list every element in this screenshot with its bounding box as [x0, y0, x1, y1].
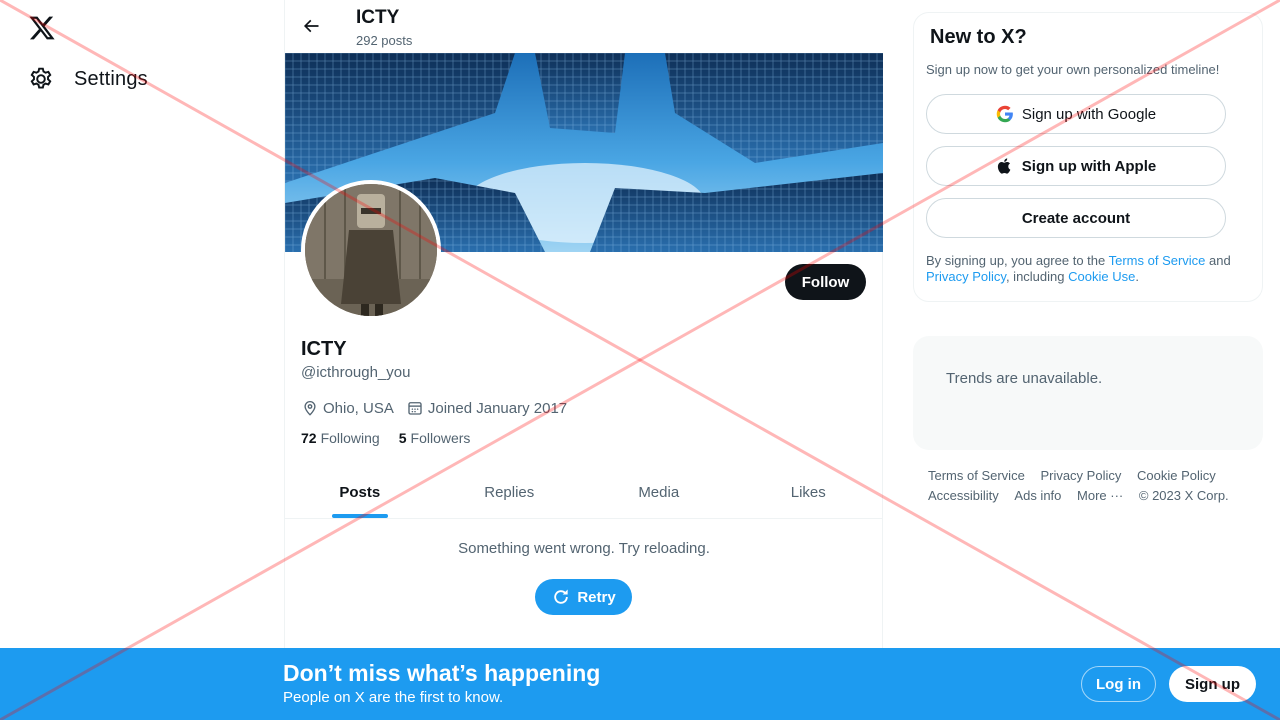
legal-suffix: .: [1135, 269, 1139, 284]
x-logo-icon[interactable]: [28, 14, 56, 42]
create-account-button[interactable]: Create account: [926, 198, 1226, 238]
footer-terms-link[interactable]: Terms of Service: [928, 466, 1025, 486]
profile-tabs: Posts Replies Media Likes: [285, 466, 883, 519]
signup-description: Sign up now to get your own personalized…: [926, 62, 1220, 77]
profile-column: ICTY 292 posts Follow ICTY @icthrough_yo…: [284, 0, 883, 720]
footer-copyright: © 2023 X Corp.: [1138, 488, 1229, 503]
footer-privacy-link[interactable]: Privacy Policy: [1040, 466, 1121, 486]
tab-media-label: Media: [638, 483, 680, 501]
login-button[interactable]: Log in: [1081, 666, 1156, 702]
tab-replies-label: Replies: [484, 483, 535, 501]
right-sidebar: New to X? Sign up now to get your own pe…: [913, 0, 1263, 720]
following-label: Following: [320, 430, 380, 446]
bottom-bar-subline: People on X are the first to know.: [283, 689, 504, 706]
privacy-link[interactable]: Privacy Policy: [926, 269, 1006, 284]
signup-title: New to X?: [930, 26, 1027, 48]
active-tab-indicator: [331, 514, 388, 518]
settings-label: Settings: [74, 67, 148, 90]
trends-unavailable-text: Trends are unavailable.: [946, 370, 1103, 387]
trends-panel: Trends are unavailable.: [913, 336, 1263, 450]
tab-likes[interactable]: Likes: [734, 466, 884, 518]
location-item: Ohio, USA: [301, 399, 394, 417]
error-message: Something went wrong. Try reloading.: [458, 540, 710, 557]
nav-settings-link[interactable]: Settings: [28, 66, 148, 92]
apple-signup-button[interactable]: Sign up with Apple: [926, 146, 1226, 186]
footer-more-link[interactable]: More ···: [1077, 486, 1123, 506]
avatar[interactable]: [301, 180, 441, 320]
retry-label: Retry: [577, 588, 616, 606]
profile-meta: Ohio, USA Joined January 2017: [301, 399, 567, 417]
followers-label: Followers: [410, 430, 471, 446]
following-count: 72: [301, 430, 317, 446]
google-signup-label: Sign up with Google: [1021, 105, 1157, 123]
tab-replies[interactable]: Replies: [435, 466, 585, 518]
google-icon: [996, 105, 1013, 123]
posts-count: 292 posts: [356, 33, 413, 48]
location-text: Ohio, USA: [323, 399, 394, 417]
profile-header: ICTY 292 posts: [285, 0, 883, 53]
legal-including: , including: [1005, 269, 1069, 284]
apple-icon: [997, 158, 1011, 174]
footer-accessibility-link[interactable]: Accessibility: [928, 486, 999, 506]
tab-media[interactable]: Media: [584, 466, 734, 518]
back-arrow-icon[interactable]: [297, 12, 325, 40]
footer-ads-info-link[interactable]: Ads info: [1014, 486, 1061, 506]
tab-likes-label: Likes: [790, 483, 826, 501]
follow-button[interactable]: Follow: [785, 264, 866, 300]
google-signup-button[interactable]: Sign up with Google: [926, 94, 1226, 134]
joined-text: Joined January 2017: [427, 399, 568, 417]
cookie-use-link[interactable]: Cookie Use: [1068, 269, 1135, 284]
signup-card: New to X? Sign up now to get your own pe…: [913, 12, 1263, 302]
bottom-bar-headline: Don’t miss what’s happening: [283, 660, 601, 686]
followers-link[interactable]: 5 Followers: [399, 430, 471, 446]
profile-stats: 72 Following 5 Followers: [301, 430, 470, 446]
profile-name: ICTY: [301, 338, 347, 360]
followers-count: 5: [398, 430, 407, 446]
footer-links: Terms of Service Privacy Policy Cookie P…: [928, 466, 1248, 506]
retry-button[interactable]: Retry: [535, 579, 632, 615]
legal-prefix: By signing up, you agree to the: [926, 253, 1109, 268]
terms-link[interactable]: Terms of Service: [1109, 253, 1206, 268]
profile-handle: @icthrough_you: [301, 364, 411, 381]
calendar-icon: [408, 402, 422, 415]
signup-button[interactable]: Sign up: [1169, 666, 1256, 702]
page-title: ICTY: [356, 7, 400, 28]
bottom-signup-bar: Don’t miss what’s happening People on X …: [0, 648, 1280, 720]
signup-legal-text: By signing up, you agree to the Terms of…: [926, 253, 1246, 285]
apple-signup-label: Sign up with Apple: [1021, 157, 1157, 175]
location-pin-icon: [304, 401, 316, 416]
following-link[interactable]: 72 Following: [301, 430, 380, 446]
footer-cookie-link[interactable]: Cookie Policy: [1137, 466, 1216, 486]
tab-posts-label: Posts: [339, 483, 381, 501]
refresh-icon: [554, 589, 569, 604]
joined-item: Joined January 2017: [406, 399, 567, 417]
tab-posts[interactable]: Posts: [285, 466, 435, 518]
gear-icon: [30, 67, 52, 89]
legal-and: and: [1205, 253, 1231, 268]
left-nav: Settings: [0, 0, 284, 720]
